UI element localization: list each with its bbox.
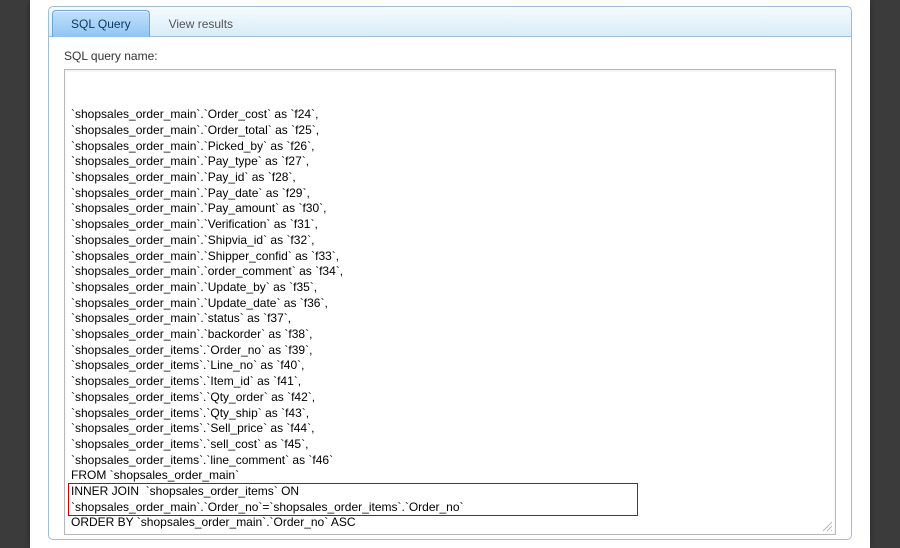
window-frame: SQL Query View results SQL query name: xyxy=(30,0,870,548)
tab-sql-query-label: SQL Query xyxy=(71,17,131,31)
tabstrip: SQL Query View results xyxy=(49,7,851,37)
sql-panel: SQL Query View results SQL query name: xyxy=(48,6,852,540)
sql-textarea-wrap: `shopsales_order_main`.`Order_cost` as `… xyxy=(64,69,836,535)
tab-sql-query[interactable]: SQL Query xyxy=(52,10,150,37)
tab-view-results[interactable]: View results xyxy=(150,10,252,37)
panel-body: SQL query name: `shopsales_order_main`.`… xyxy=(49,37,851,545)
sql-textarea[interactable]: `shopsales_order_main`.`Order_cost` as `… xyxy=(65,70,835,534)
tab-view-results-label: View results xyxy=(169,17,233,31)
sql-query-name-label: SQL query name: xyxy=(64,49,836,63)
